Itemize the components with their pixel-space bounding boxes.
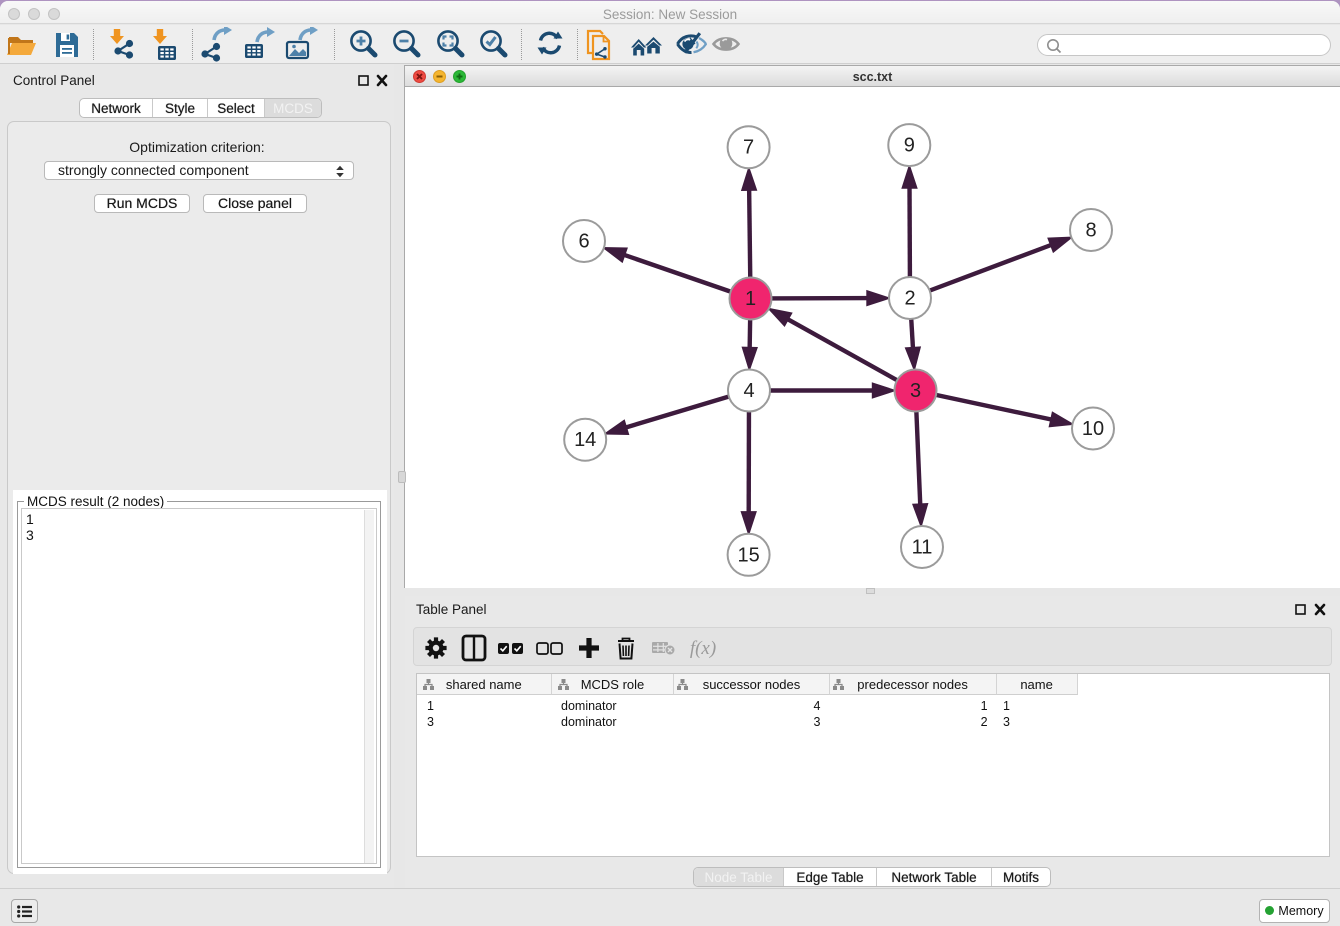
svg-text:11: 11 [912, 537, 933, 559]
svg-text:6: 6 [578, 231, 589, 253]
svg-text:8: 8 [1085, 220, 1096, 242]
svg-text:f(x): f(x) [690, 638, 716, 659]
svg-text:1: 1 [745, 288, 756, 310]
svg-text:15: 15 [737, 544, 759, 566]
svg-text:2: 2 [904, 288, 915, 310]
svg-text:10: 10 [1082, 418, 1104, 440]
svg-text:3: 3 [910, 380, 921, 402]
svg-text:4: 4 [743, 380, 754, 402]
svg-text:7: 7 [743, 137, 754, 159]
svg-text:9: 9 [904, 135, 915, 157]
svg-text:14: 14 [574, 429, 596, 451]
